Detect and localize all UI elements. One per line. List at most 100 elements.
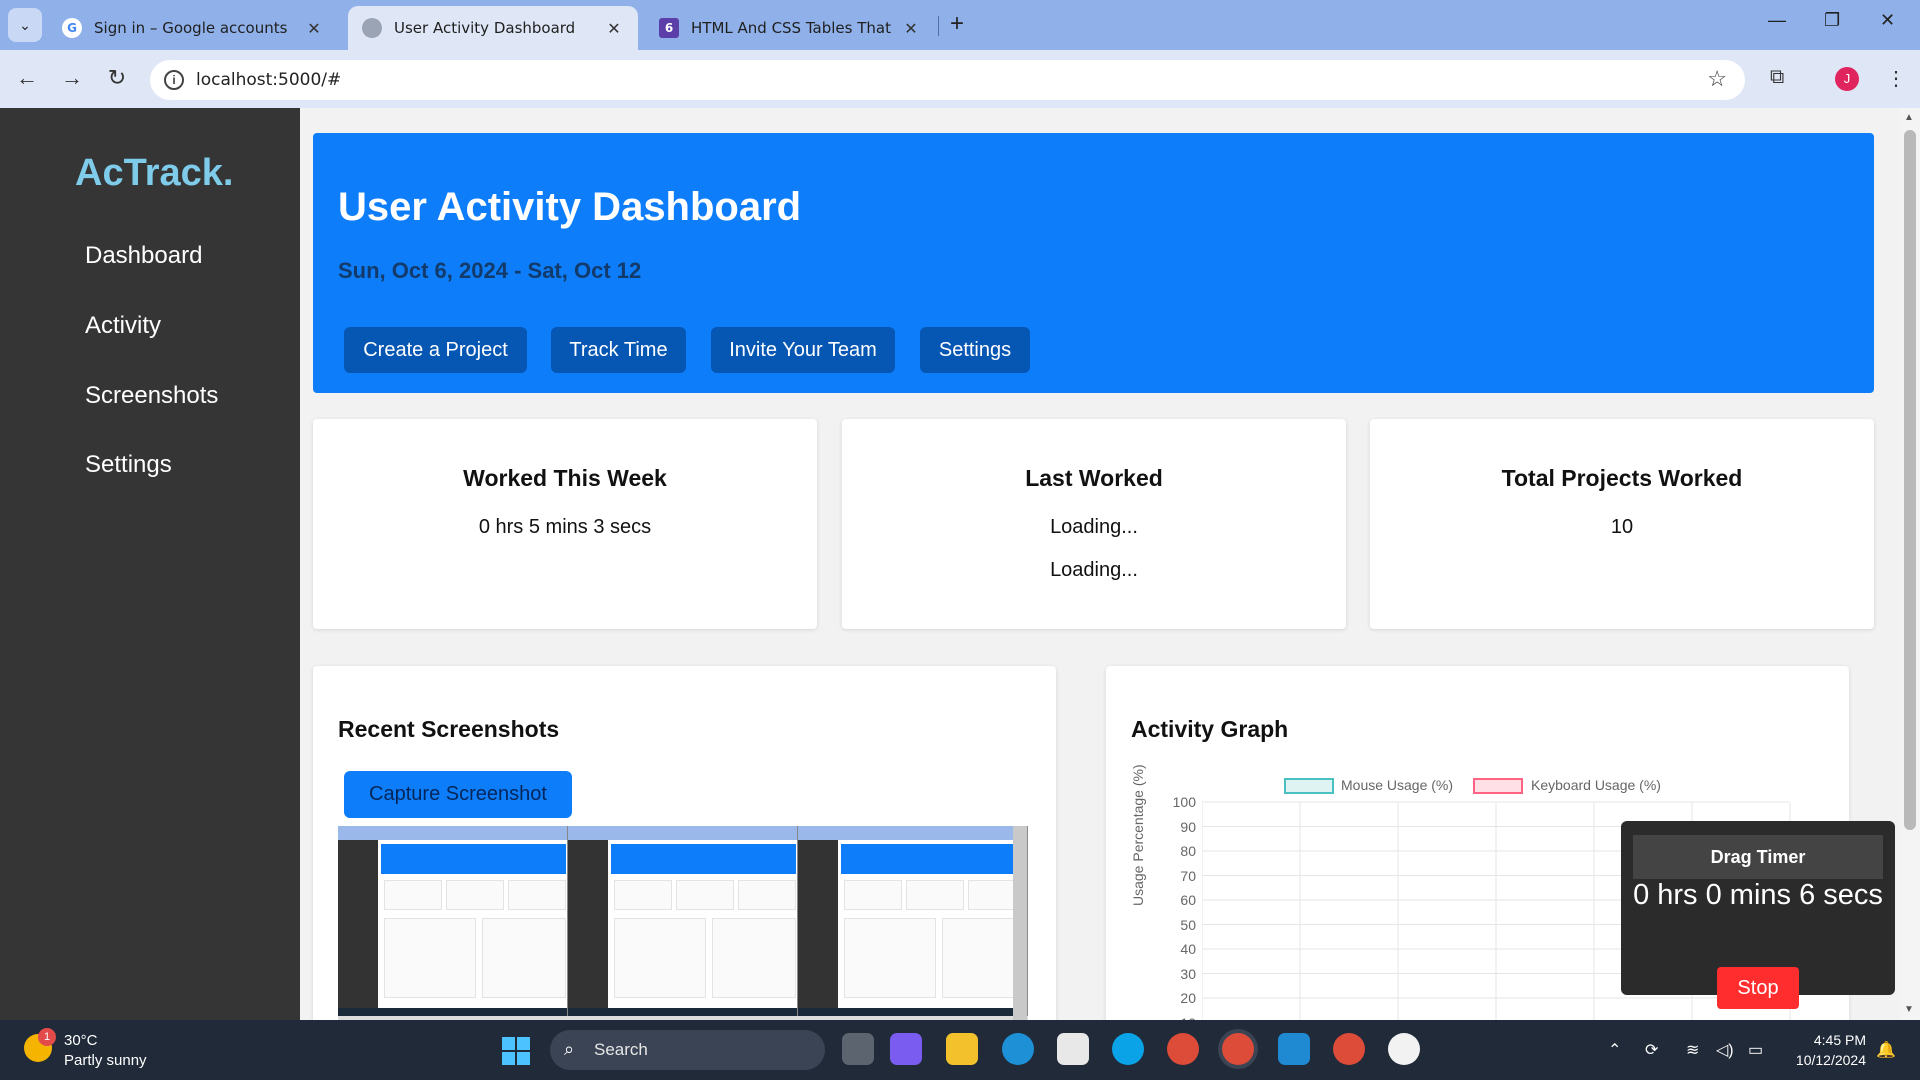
date-range: Sun, Oct 6, 2024 - Sat, Oct 12 <box>338 258 642 283</box>
sidebar: AcTrack. Dashboard Activity Screenshots … <box>0 108 300 1020</box>
create-project-button[interactable]: Create a Project <box>344 327 527 373</box>
dashboard-header: User Activity Dashboard Sun, Oct 6, 2024… <box>313 133 1874 393</box>
copilot-icon[interactable] <box>890 1033 922 1065</box>
taskbar-search[interactable]: ⌕ Search <box>550 1030 825 1070</box>
gallery-scrollbar[interactable] <box>1013 826 1027 1020</box>
search-icon: ⌕ <box>564 1039 575 1059</box>
stat-card-total-projects: Total Projects Worked 10 <box>1370 419 1874 629</box>
stat-value: Loading... <box>1050 559 1138 581</box>
new-tab-button[interactable]: + <box>950 12 964 36</box>
taskbar: 1 30°C Partly sunny ⌕ Search ⌃ ⟳ ≋ ◁) ▭ … <box>0 1020 1920 1080</box>
page-title: User Activity Dashboard <box>338 185 802 229</box>
task-view-icon[interactable] <box>842 1033 874 1065</box>
sidebar-item-settings[interactable]: Settings <box>85 451 172 479</box>
tab-user-activity-dashboard[interactable]: User Activity Dashboard ✕ <box>348 6 638 50</box>
tab-google-signin[interactable]: G Sign in – Google accounts ✕ <box>48 6 338 50</box>
recent-screenshots-card: Recent Screenshots Capture Screenshot <box>313 666 1056 1020</box>
stat-title: Last Worked <box>1025 465 1163 491</box>
weather-condition[interactable]: Partly sunny <box>64 1052 147 1069</box>
timer-title[interactable]: Drag Timer <box>1633 835 1883 879</box>
reload-icon: ↻ <box>107 65 127 90</box>
scrollbar-thumb[interactable] <box>1904 130 1916 830</box>
stat-value: 0 hrs 5 mins 3 secs <box>478 516 652 538</box>
file-explorer-icon[interactable] <box>946 1033 978 1065</box>
page-scrollbar[interactable]: ▲ ▼ <box>1900 108 1920 1020</box>
close-icon[interactable]: ✕ <box>304 19 324 38</box>
close-icon[interactable]: ✕ <box>901 19 921 38</box>
screenshot-thumbnail[interactable] <box>568 826 798 1016</box>
chrome-icon[interactable] <box>1167 1033 1199 1065</box>
chrome-icon[interactable] <box>1333 1033 1365 1065</box>
reload-button[interactable]: ↻ <box>102 64 132 92</box>
back-button[interactable]: ← <box>12 64 42 92</box>
stat-value: 10 <box>1610 516 1634 538</box>
stop-button[interactable]: Stop <box>1717 967 1799 1009</box>
sidebar-item-dashboard[interactable]: Dashboard <box>85 242 202 270</box>
y-tick-label: 30 <box>1180 965 1196 982</box>
restore-button[interactable]: ❐ <box>1824 10 1840 31</box>
more-menu-icon[interactable]: ⋮ <box>1886 66 1906 91</box>
scroll-down-icon[interactable]: ▼ <box>1904 1004 1914 1015</box>
tab-search-button[interactable]: ⌄ <box>8 8 42 42</box>
scroll-up-icon[interactable]: ▲ <box>1904 112 1914 123</box>
app-viewport: AcTrack. Dashboard Activity Screenshots … <box>0 108 1920 1020</box>
screenshot-thumbnail[interactable] <box>338 826 568 1016</box>
sync-icon[interactable]: ⟳ <box>1645 1040 1658 1060</box>
mongodb-icon[interactable] <box>1388 1033 1420 1065</box>
y-tick-label: 80 <box>1180 843 1196 859</box>
chrome-icon[interactable] <box>1222 1033 1254 1065</box>
battery-icon[interactable]: ▭ <box>1748 1040 1763 1060</box>
screenshot-thumbnail[interactable] <box>798 826 1028 1016</box>
clock-date[interactable]: 10/12/2024 <box>1786 1052 1866 1068</box>
google-icon: G <box>62 18 82 38</box>
drag-timer-widget[interactable]: Drag Timer 0 hrs 0 mins 6 secs Stop <box>1621 821 1895 1009</box>
y-tick-label: 20 <box>1180 990 1196 1006</box>
stat-title: Total Projects Worked <box>1501 465 1743 491</box>
tab-label: Sign in – Google accounts <box>94 19 288 37</box>
y-tick-label: 70 <box>1180 867 1196 884</box>
tab-label: User Activity Dashboard <box>394 19 576 37</box>
sidebar-item-activity[interactable]: Activity <box>85 312 161 340</box>
invite-team-button[interactable]: Invite Your Team <box>711 327 895 373</box>
arrow-right-icon: → <box>61 65 83 90</box>
wifi-icon[interactable]: ≋ <box>1686 1040 1699 1060</box>
stat-card-last-worked: Last Worked Loading... Loading... <box>842 419 1346 629</box>
forward-button[interactable]: → <box>57 64 87 92</box>
close-window-button[interactable]: ✕ <box>1880 10 1895 31</box>
stat-card-worked-this-week: Worked This Week 0 hrs 5 mins 3 secs <box>313 419 817 629</box>
y-tick-label: 90 <box>1180 818 1196 835</box>
weather-temperature[interactable]: 30°C <box>64 1032 98 1049</box>
close-icon[interactable]: ✕ <box>604 19 624 38</box>
alexa-icon[interactable] <box>1112 1033 1144 1065</box>
volume-icon[interactable]: ◁) <box>1716 1040 1734 1060</box>
tab-html-css-tables[interactable]: 6 HTML And CSS Tables That You ✕ <box>645 6 935 50</box>
chevron-down-icon: ⌄ <box>19 16 31 33</box>
sidebar-item-screenshots[interactable]: Screenshots <box>85 382 218 410</box>
clock-time[interactable]: 4:45 PM <box>1786 1032 1866 1048</box>
browser-tab-bar: ⌄ G Sign in – Google accounts ✕ User Act… <box>0 0 1920 50</box>
browser-toolbar: ← → ↻ i localhost:5000/# ☆ ⧉ ⋮ <box>0 50 1920 108</box>
bookmark-star-icon[interactable]: ☆ <box>1707 66 1727 92</box>
windows-start-icon[interactable] <box>502 1037 530 1065</box>
site-info-icon[interactable]: i <box>164 70 184 90</box>
y-axis-label: Usage Percentage (%) <box>1130 764 1146 906</box>
store-icon[interactable] <box>1057 1033 1089 1065</box>
minimize-button[interactable]: — <box>1768 10 1786 31</box>
address-bar[interactable]: i localhost:5000/# ☆ <box>150 60 1745 100</box>
settings-button[interactable]: Settings <box>920 327 1030 373</box>
notification-bell-icon[interactable]: 🔔 <box>1876 1040 1896 1060</box>
app-logo[interactable]: AcTrack. <box>75 152 233 195</box>
url-text: localhost:5000/# <box>196 70 342 90</box>
track-time-button[interactable]: Track Time <box>551 327 686 373</box>
vscode-icon[interactable] <box>1278 1033 1310 1065</box>
edge-icon[interactable] <box>1002 1033 1034 1065</box>
search-label: Search <box>594 1040 648 1059</box>
screenshot-gallery[interactable] <box>338 826 1028 1020</box>
y-tick-label: 40 <box>1180 941 1196 957</box>
extensions-icon[interactable]: ⧉ <box>1770 66 1784 89</box>
plus-icon: + <box>950 10 965 37</box>
capture-screenshot-button[interactable]: Capture Screenshot <box>344 771 572 818</box>
stat-value: Loading... <box>1050 516 1138 538</box>
chevron-up-icon[interactable]: ⌃ <box>1608 1040 1621 1060</box>
profile-avatar[interactable]: J <box>1835 67 1859 91</box>
